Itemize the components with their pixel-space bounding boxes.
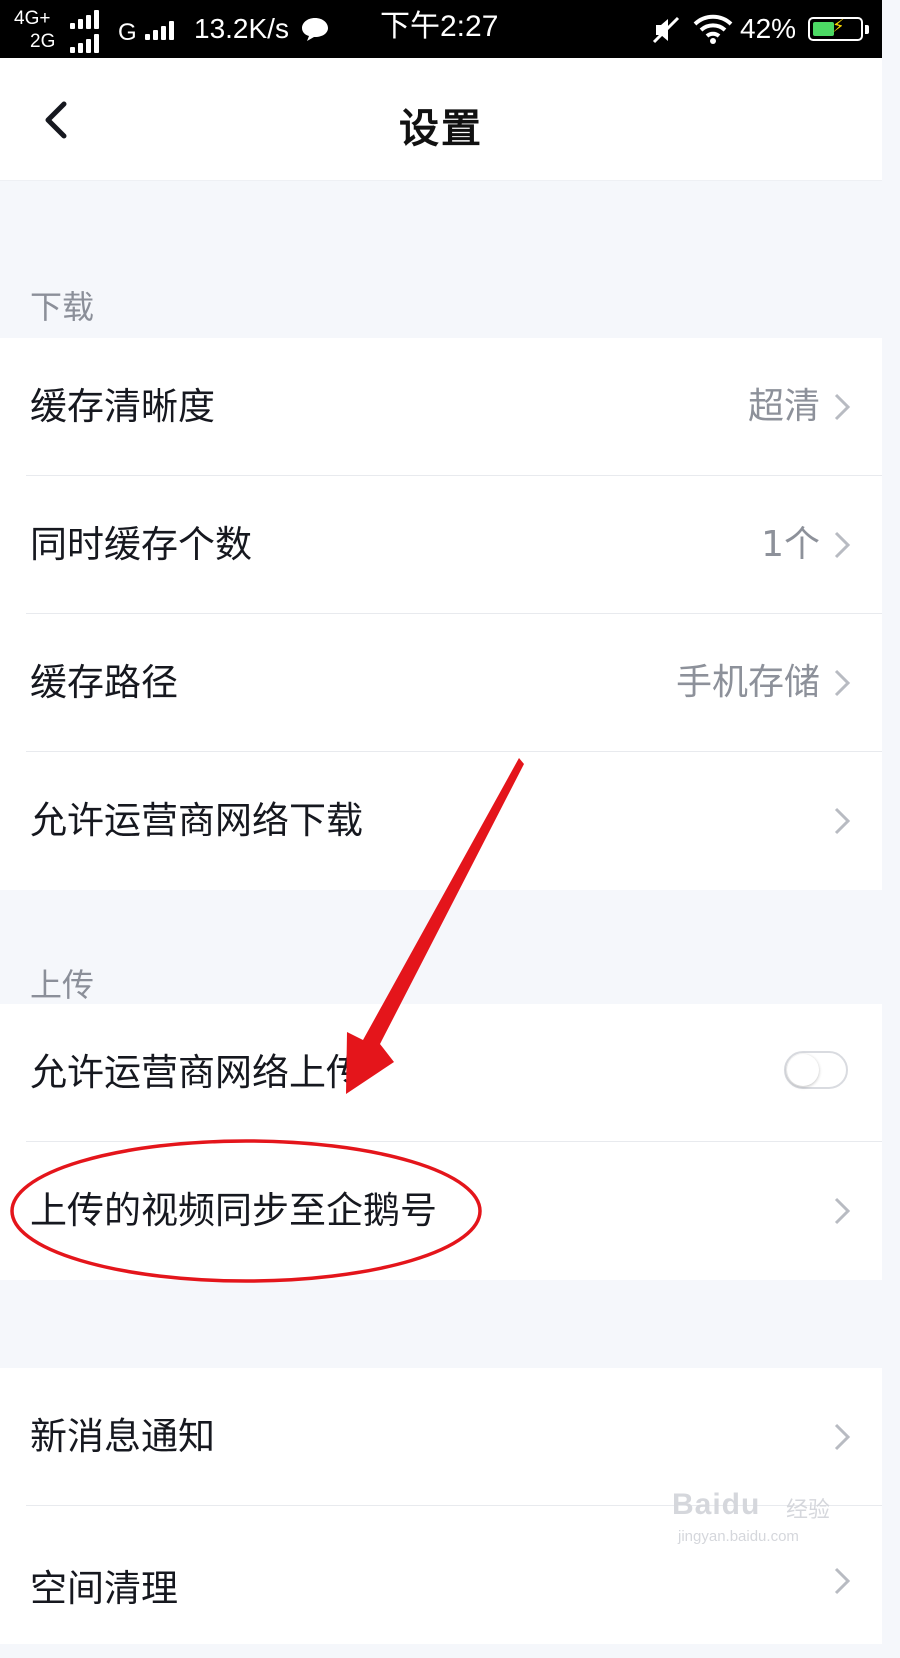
battery-icon: ⚡: [808, 16, 869, 41]
setting-row-carrier-upload: 允许运营商网络上传: [0, 1004, 882, 1142]
chevron-right-icon: [834, 393, 851, 421]
row-label: 新消息通知: [30, 1415, 215, 1458]
setting-row-cache-quality[interactable]: 缓存清晰度 超清: [0, 338, 882, 476]
row-label: 上传的视频同步至企鹅号: [30, 1189, 437, 1232]
chevron-right-icon: [834, 669, 851, 697]
status-bar: 4G+ 2G G 13.2K/s 下午2:27 42% ⚡: [0, 0, 882, 58]
signal-icon: [70, 9, 106, 29]
chat-bubble-icon: [302, 18, 328, 41]
setting-row-notifications[interactable]: 新消息通知: [0, 1368, 882, 1506]
network-type-g: G: [118, 19, 137, 46]
chevron-right-icon: [834, 1423, 851, 1451]
clock: 下午2:27: [380, 10, 499, 43]
network-type-2g: 2G: [30, 31, 56, 52]
chevron-right-icon: [834, 531, 851, 559]
carrier-upload-toggle[interactable]: [784, 1051, 848, 1089]
chevron-right-icon: [834, 1197, 851, 1225]
row-label: 允许运营商网络上传: [30, 1051, 363, 1094]
chevron-right-icon: [834, 1567, 851, 1595]
setting-row-concurrent-cache[interactable]: 同时缓存个数 1个: [0, 476, 882, 614]
setting-row-carrier-download[interactable]: 允许运营商网络下载: [0, 752, 882, 890]
network-type-4g: 4G+: [14, 8, 51, 29]
row-label: 缓存清晰度: [30, 385, 215, 428]
row-value: 手机存储: [675, 662, 820, 703]
battery-percent: 42%: [740, 13, 797, 44]
row-label: 允许运营商网络下载: [30, 799, 363, 842]
row-label: 同时缓存个数: [30, 523, 252, 566]
row-label: 缓存路径: [30, 661, 178, 704]
section-header-download: 下载: [30, 288, 95, 326]
nav-bar: 设置: [0, 58, 882, 181]
section-header-upload: 上传: [30, 966, 95, 1004]
setting-row-sync-penguin-account[interactable]: 上传的视频同步至企鹅号: [0, 1142, 882, 1280]
signal-icon: [70, 33, 106, 53]
baidu-watermark: Baidu 经验 jingyan.baidu.com: [672, 1488, 830, 1545]
watermark-sub: 经验: [786, 1497, 831, 1522]
watermark-brand: Baidu: [672, 1488, 761, 1521]
row-value: 超清: [747, 386, 820, 427]
signal-icon: [145, 20, 181, 40]
row-label: 空间清理: [30, 1567, 178, 1610]
page-title: 设置: [399, 106, 483, 152]
watermark-url: jingyan.baidu.com: [678, 1528, 799, 1545]
wifi-icon: [693, 14, 733, 44]
toggle-knob: [787, 1054, 819, 1086]
mute-icon: [652, 16, 680, 44]
setting-row-space-cleanup[interactable]: 空间清理: [0, 1506, 882, 1644]
setting-row-cache-path[interactable]: 缓存路径 手机存储: [0, 614, 882, 752]
chevron-right-icon: [834, 807, 851, 835]
network-speed: 13.2K/s: [194, 13, 289, 44]
row-value: 1个: [761, 524, 820, 565]
